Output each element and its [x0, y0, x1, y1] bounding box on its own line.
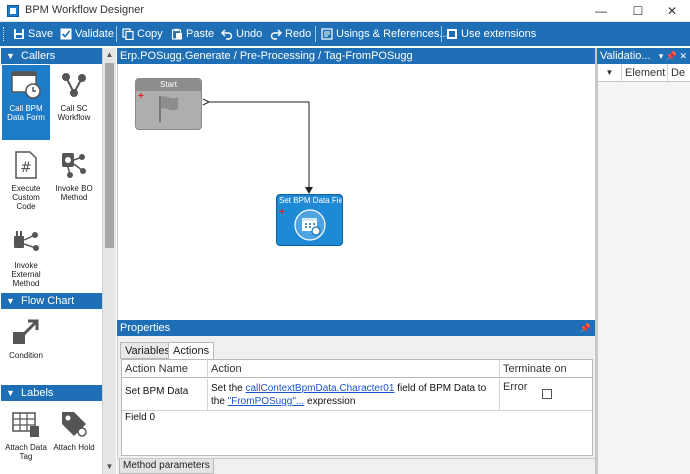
validation-column-headers: ▼ Element De: [598, 64, 690, 82]
pin-icon[interactable]: 📌: [580, 320, 591, 336]
column-header-action-name[interactable]: Action Name: [122, 360, 208, 378]
filter-dropdown-icon[interactable]: ▼: [598, 64, 622, 82]
node-title: Set BPM Data Field: [279, 196, 342, 205]
expression-link[interactable]: "FromPOSugg"...: [228, 396, 305, 407]
node-title: Start: [136, 79, 201, 91]
validation-title: Validatio...: [600, 50, 651, 62]
calendar-gear-icon: [294, 209, 326, 241]
field-link[interactable]: callContextBpmData.Character01: [245, 383, 394, 394]
plus-icon[interactable]: +: [279, 208, 285, 218]
tab-method-parameters[interactable]: Method parameters: [119, 459, 214, 474]
cell-action-name[interactable]: Set BPM Data Field 0: [122, 379, 208, 423]
actions-grid: Action Name Action Terminate on Error Se…: [121, 359, 593, 456]
column-header-action[interactable]: Action: [208, 360, 500, 378]
column-header-description[interactable]: De: [668, 64, 690, 82]
action-text: expression: [304, 396, 356, 407]
action-text: Set the: [211, 383, 246, 394]
validation-panel: ▼ Element De: [597, 64, 690, 474]
plus-icon[interactable]: +: [138, 92, 144, 102]
terminate-on-error-checkbox[interactable]: [542, 389, 552, 399]
properties-title: Properties: [120, 322, 171, 334]
workflow-node-set-bpm-data-field[interactable]: Set BPM Data Field +: [276, 194, 343, 246]
validation-header: Validatio... ▾ 📌 ✕: [597, 48, 690, 64]
workflow-node-start[interactable]: Start +: [135, 78, 202, 130]
panel-controls[interactable]: ▾ 📌 ✕: [659, 48, 687, 64]
column-header-element[interactable]: Element: [622, 64, 668, 82]
cell-action[interactable]: Set the callContextBpmData.Character01 f…: [208, 379, 500, 411]
tab-variables[interactable]: Variables: [120, 342, 176, 359]
properties-header: Properties 📌: [117, 320, 595, 336]
tab-actions[interactable]: Actions: [168, 342, 215, 360]
cell-terminate-on-error: [500, 379, 592, 411]
properties-panel: Variables Actions Action Name Action Ter…: [117, 336, 595, 458]
bottom-tab-bar: Method parameters: [117, 458, 595, 474]
flag-icon: [159, 96, 178, 122]
column-header-terminate-on-error[interactable]: Terminate on Error: [500, 360, 592, 393]
